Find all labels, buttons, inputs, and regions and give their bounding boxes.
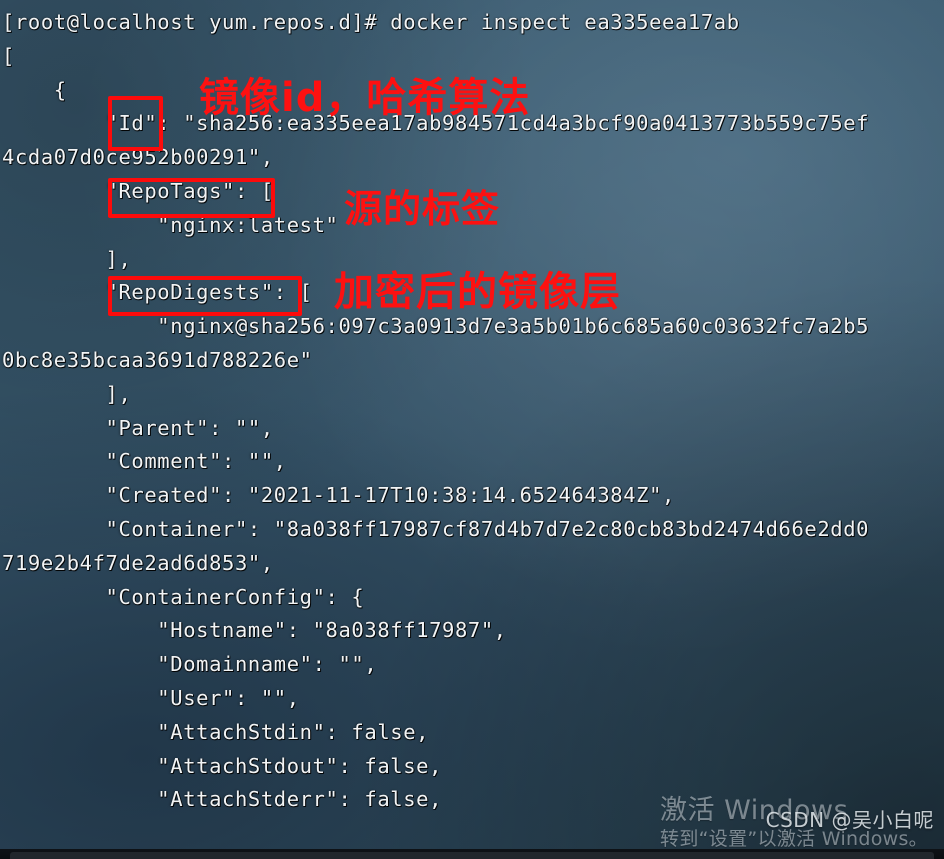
terminal-line-user: "User": "",: [2, 685, 300, 710]
terminal-line-container-cont: 719e2b4f7de2ad6d853",: [2, 550, 274, 575]
terminal-line-attachstdin: "AttachStdin": false,: [2, 719, 430, 744]
terminal-line-repodigests: "RepoDigests": [: [2, 280, 313, 305]
terminal-line-hostname: "Hostname": "8a038ff17987",: [2, 618, 507, 643]
terminal-output[interactable]: [root@localhost yum.repos.d]# docker ins…: [0, 0, 944, 859]
terminal-line-digest: "nginx@sha256:097c3a0913d7e3a5b01b6c685a…: [2, 314, 870, 339]
terminal-line-id-cont: 4cda07d0ce952b00291",: [2, 145, 274, 170]
terminal-line-domainname: "Domainname": "",: [2, 652, 378, 677]
terminal-line-1: [: [2, 43, 15, 68]
terminal-line-parent: "Parent": "",: [2, 415, 274, 440]
terminal-line-2: {: [2, 77, 67, 102]
taskbar[interactable]: [0, 849, 944, 859]
terminal-line-digest-cont: 0bc8e35bcaa3691d788226e": [2, 347, 313, 372]
terminal-line-created: "Created": "2021-11-17T10:38:14.65246438…: [2, 483, 675, 508]
terminal-line-attachstdout: "AttachStdout": false,: [2, 753, 443, 778]
terminal-line-containerconfig: "ContainerConfig": {: [2, 584, 365, 609]
terminal-line-comment: "Comment": "",: [2, 449, 287, 474]
terminal-line-nginx-tag: "nginx:latest": [2, 212, 339, 237]
desktop-screen: [root@localhost yum.repos.d]# docker ins…: [0, 0, 944, 859]
terminal-line-id: "Id": "sha256:ea335eea17ab984571cd4a3bcf…: [2, 111, 870, 136]
terminal-line-container: "Container": "8a038ff17987cf87d4b7d7e2c8…: [2, 516, 870, 541]
terminal-line-prompt: [root@localhost yum.repos.d]# docker ins…: [2, 10, 740, 34]
terminal-line-11: ],: [2, 381, 132, 406]
taskbar-inner: [10, 852, 934, 859]
terminal-line-attachstderr: "AttachStderr": false,: [2, 787, 443, 812]
terminal-line-repotags: "RepoTags": [: [2, 178, 274, 203]
terminal-line-7: ],: [2, 246, 132, 271]
